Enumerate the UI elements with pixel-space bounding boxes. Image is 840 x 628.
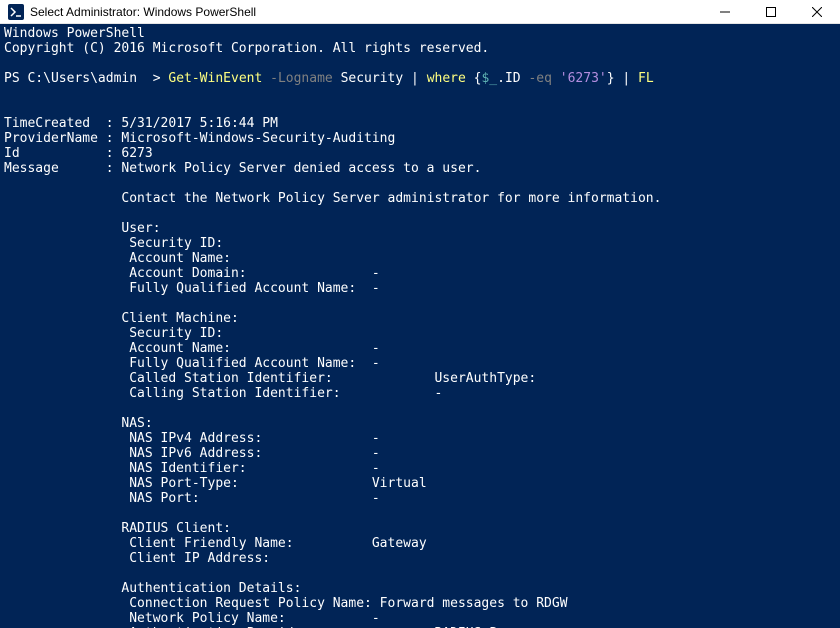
cmdlet-getwinevent: Get-WinEvent: [168, 71, 270, 86]
field-timecreated: TimeCreated : 5/31/2017 5:16:44 PM: [4, 116, 278, 131]
prompt-path: C:\Users\admin: [27, 71, 144, 86]
minimize-button[interactable]: [702, 0, 748, 23]
client-securityid: Security ID:: [4, 326, 223, 341]
user-accountname: Account Name:: [4, 251, 231, 266]
pipe-2: |: [615, 71, 638, 86]
cmdlet-fl: FL: [638, 71, 654, 86]
client-callingstation: Calling Station Identifier: -: [4, 386, 442, 401]
dollar-underscore: $_: [481, 71, 497, 86]
banner-line2: Copyright (C) 2016 Microsoft Corporation…: [4, 41, 489, 56]
nas-port: NAS Port: -: [4, 491, 380, 506]
cmdlet-where: where: [427, 71, 474, 86]
param-logname: -Logname: [270, 71, 340, 86]
section-clientmachine: Client Machine:: [4, 311, 239, 326]
section-authdetails: Authentication Details:: [4, 581, 301, 596]
field-id: Id : 6273: [4, 146, 153, 161]
section-radiusclient: RADIUS Client:: [4, 521, 231, 536]
auth-npn: Network Policy Name: -: [4, 611, 380, 626]
section-user: User:: [4, 221, 161, 236]
client-accountname: Account Name: -: [4, 341, 380, 356]
window-title: Select Administrator: Windows PowerShell: [30, 5, 256, 19]
client-calledstation: Called Station Identifier: UserAuthType:: [4, 371, 536, 386]
radius-ipaddress: Client IP Address:: [4, 551, 270, 566]
field-message: Message : Network Policy Server denied a…: [4, 161, 481, 176]
nas-ipv4: NAS IPv4 Address: -: [4, 431, 380, 446]
auth-crpn: Connection Request Policy Name: Forward …: [4, 596, 568, 611]
msg-contact: Contact the Network Policy Server admini…: [4, 191, 661, 206]
maximize-button[interactable]: [748, 0, 794, 23]
user-accountdomain: Account Domain: -: [4, 266, 380, 281]
field-providername: ProviderName : Microsoft-Windows-Securit…: [4, 131, 395, 146]
nas-porttype: NAS Port-Type: Virtual: [4, 476, 427, 491]
arg-security: Security: [341, 71, 411, 86]
close-button[interactable]: [794, 0, 840, 23]
terminal-area[interactable]: Windows PowerShell Copyright (C) 2016 Mi…: [0, 24, 840, 628]
value-6273: '6273': [560, 71, 607, 86]
nas-identifier: NAS Identifier: -: [4, 461, 380, 476]
prompt-ps: PS: [4, 71, 27, 86]
nas-ipv6: NAS IPv6 Address: -: [4, 446, 380, 461]
window-titlebar: Select Administrator: Windows PowerShell: [0, 0, 840, 24]
section-nas: NAS:: [4, 416, 153, 431]
pipe-1: |: [411, 71, 427, 86]
brace-close: }: [607, 71, 615, 86]
operator-eq: -eq: [528, 71, 559, 86]
radius-friendlyname: Client Friendly Name: Gateway: [4, 536, 427, 551]
dot-id: .ID: [497, 71, 528, 86]
prompt-gt: >: [145, 71, 168, 86]
client-fqan: Fully Qualified Account Name: -: [4, 356, 380, 371]
user-securityid: Security ID:: [4, 236, 223, 251]
banner-line1: Windows PowerShell: [4, 26, 145, 41]
user-fqan: Fully Qualified Account Name: -: [4, 281, 380, 296]
window-controls: [702, 0, 840, 23]
powershell-icon: [8, 4, 24, 20]
